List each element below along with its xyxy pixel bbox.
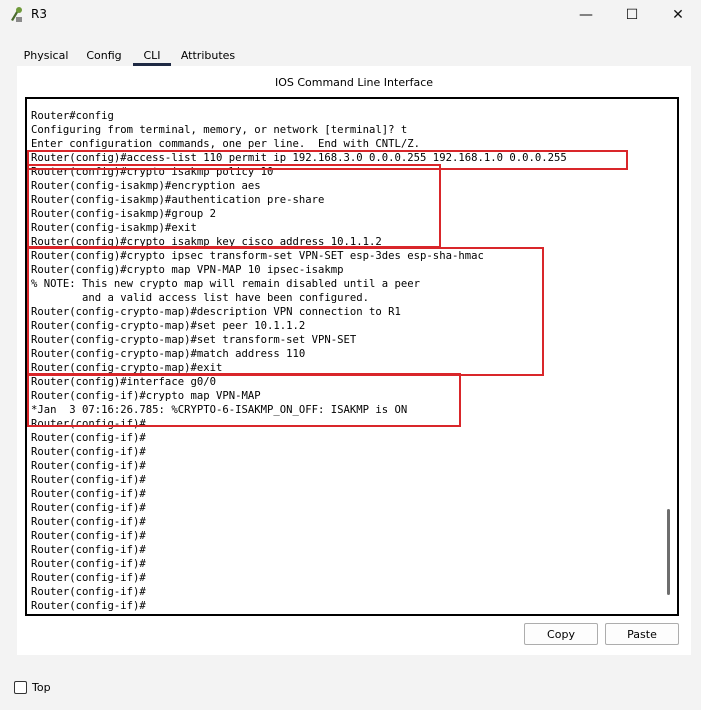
- router-app-icon: [8, 6, 26, 24]
- close-icon: ✕: [672, 7, 684, 23]
- terminal-line: Router(config-if)#crypto map VPN-MAP: [31, 390, 261, 402]
- minimize-icon: —: [579, 7, 593, 23]
- panel-title: IOS Command Line Interface: [274, 76, 434, 89]
- title-bar: R3 — ☐ ✕: [0, 0, 701, 30]
- terminal-line: Router(config-if)#: [31, 460, 146, 472]
- window-title: R3: [31, 7, 47, 21]
- terminal-line: Router(config)#crypto ipsec transform-se…: [31, 250, 484, 262]
- terminal-line: Router(config-if)#: [31, 432, 146, 444]
- cli-terminal[interactable]: Router#config Configuring from terminal, …: [25, 97, 679, 616]
- terminal-line: Router(config-crypto-map)#exit: [31, 362, 223, 374]
- terminal-line: Router(config)#crypto isakmp policy 10: [31, 166, 274, 178]
- top-label: Top: [32, 681, 51, 694]
- maximize-button[interactable]: ☐: [609, 0, 655, 30]
- terminal-line: Router(config-if)#: [31, 474, 146, 486]
- paste-button[interactable]: Paste: [605, 623, 679, 645]
- terminal-line: Router(config)#crypto map VPN-MAP 10 ips…: [31, 264, 344, 276]
- minimize-button[interactable]: —: [563, 0, 609, 30]
- terminal-line: Router(config-if)#: [31, 558, 146, 570]
- terminal-line: Router(config-if)#: [31, 572, 146, 584]
- terminal-line: Router(config-if)#: [31, 544, 146, 556]
- terminal-line: Router(config-isakmp)#exit: [31, 222, 197, 234]
- terminal-line: Router(config-if)#: [31, 586, 146, 598]
- terminal-line: Router(config-if)#: [31, 418, 146, 430]
- terminal-line: % NOTE: This new crypto map will remain …: [31, 278, 421, 290]
- terminal-line: Router(config)#interface g0/0: [31, 376, 216, 388]
- terminal-line: Router(config-if)#: [31, 502, 146, 514]
- terminal-line: and a valid access list have been config…: [31, 292, 370, 304]
- top-checkbox[interactable]: [14, 681, 27, 694]
- terminal-line: Router(config)#crypto isakmp key cisco a…: [31, 236, 382, 248]
- terminal-line: Router(config-isakmp)#group 2: [31, 208, 216, 220]
- terminal-line: Router#config: [31, 110, 114, 122]
- terminal-scrollbar[interactable]: [667, 509, 670, 595]
- terminal-line: Configuring from terminal, memory, or ne…: [31, 124, 408, 136]
- terminal-line: Router(config-if)#: [31, 446, 146, 458]
- terminal-line: *Jan 3 07:16:26.785: %CRYPTO-6-ISAKMP_ON…: [31, 404, 408, 416]
- terminal-line: Enter configuration commands, one per li…: [31, 138, 421, 150]
- terminal-line: Router(config-crypto-map)#set peer 10.1.…: [31, 320, 306, 332]
- terminal-line: Router(config-if)#: [31, 600, 146, 612]
- terminal-output: Router#config Configuring from terminal, …: [31, 109, 567, 613]
- terminal-line: Router(config-if)#: [31, 530, 146, 542]
- tab-config[interactable]: Config: [82, 44, 126, 66]
- terminal-line: Router(config)#access-list 110 permit ip…: [31, 152, 567, 164]
- terminal-line: Router(config-isakmp)#authentication pre…: [31, 194, 325, 206]
- tab-physical[interactable]: Physical: [16, 44, 76, 66]
- terminal-line: Router(config-crypto-map)#description VP…: [31, 306, 401, 318]
- copy-button[interactable]: Copy: [524, 623, 598, 645]
- maximize-icon: ☐: [625, 7, 639, 23]
- terminal-line: Router(config-if)#: [31, 488, 146, 500]
- terminal-line: Router(config-if)#: [31, 516, 146, 528]
- tab-attributes[interactable]: Attributes: [178, 44, 238, 66]
- close-button[interactable]: ✕: [655, 0, 701, 30]
- terminal-line: Router(config-crypto-map)#match address …: [31, 348, 306, 360]
- terminal-line: Router(config-isakmp)#encryption aes: [31, 180, 261, 192]
- terminal-line: Router(config-crypto-map)#set transform-…: [31, 334, 357, 346]
- cli-panel: IOS Command Line Interface Router#config…: [17, 66, 691, 655]
